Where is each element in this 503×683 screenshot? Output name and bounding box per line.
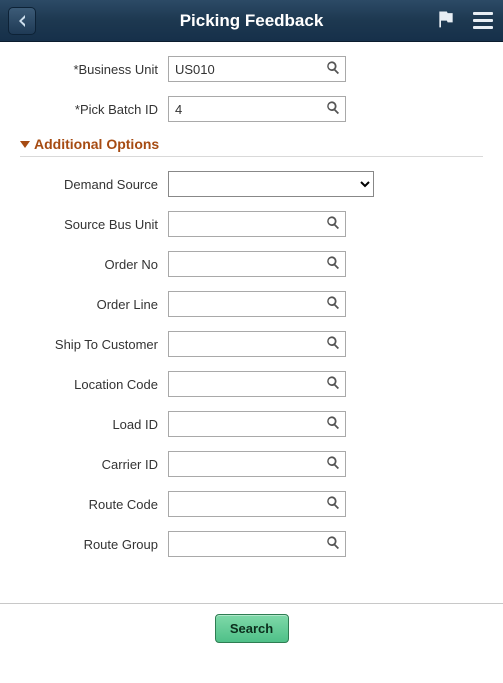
field-route-code bbox=[168, 491, 346, 517]
demand-source-select[interactable] bbox=[168, 171, 374, 197]
search-icon[interactable] bbox=[326, 496, 340, 513]
chevron-down-icon bbox=[20, 141, 30, 148]
row-order-line: Order Line bbox=[20, 291, 483, 317]
load-id-input[interactable] bbox=[168, 411, 346, 437]
row-source-bus-unit: Source Bus Unit bbox=[20, 211, 483, 237]
row-carrier-id: Carrier ID bbox=[20, 451, 483, 477]
field-ship-to-customer bbox=[168, 331, 346, 357]
primary-fields: *Business Unit *Pick Batch ID Additional… bbox=[0, 42, 503, 575]
field-location-code bbox=[168, 371, 346, 397]
search-icon[interactable] bbox=[326, 256, 340, 273]
label-order-line: Order Line bbox=[20, 297, 168, 312]
source-bus-unit-input[interactable] bbox=[168, 211, 346, 237]
search-button[interactable]: Search bbox=[215, 614, 289, 643]
row-load-id: Load ID bbox=[20, 411, 483, 437]
label-pick-batch-id: *Pick Batch ID bbox=[20, 102, 168, 117]
label-source-bus-unit: Source Bus Unit bbox=[20, 217, 168, 232]
row-location-code: Location Code bbox=[20, 371, 483, 397]
label-location-code: Location Code bbox=[20, 377, 168, 392]
row-demand-source: Demand Source bbox=[20, 171, 483, 197]
field-load-id bbox=[168, 411, 346, 437]
search-icon[interactable] bbox=[326, 336, 340, 353]
order-no-input[interactable] bbox=[168, 251, 346, 277]
label-ship-to-customer: Ship To Customer bbox=[20, 337, 168, 352]
label-carrier-id: Carrier ID bbox=[20, 457, 168, 472]
search-icon[interactable] bbox=[326, 416, 340, 433]
header-actions bbox=[435, 9, 495, 32]
business-unit-input[interactable] bbox=[168, 56, 346, 82]
chevron-left-icon bbox=[16, 14, 28, 28]
label-demand-source: Demand Source bbox=[20, 177, 168, 192]
label-load-id: Load ID bbox=[20, 417, 168, 432]
location-code-input[interactable] bbox=[168, 371, 346, 397]
pick-batch-id-input[interactable] bbox=[168, 96, 346, 122]
field-pick-batch-id bbox=[168, 96, 346, 122]
app-header: Picking Feedback bbox=[0, 0, 503, 42]
field-carrier-id bbox=[168, 451, 346, 477]
row-route-group: Route Group bbox=[20, 531, 483, 557]
back-button[interactable] bbox=[8, 7, 36, 35]
search-icon[interactable] bbox=[326, 456, 340, 473]
row-order-no: Order No bbox=[20, 251, 483, 277]
field-order-no bbox=[168, 251, 346, 277]
search-icon[interactable] bbox=[326, 61, 340, 78]
footer-bar: Search bbox=[0, 603, 503, 659]
section-title: Additional Options bbox=[34, 136, 159, 152]
search-icon[interactable] bbox=[326, 536, 340, 553]
ship-to-customer-input[interactable] bbox=[168, 331, 346, 357]
carrier-id-input[interactable] bbox=[168, 451, 346, 477]
flag-icon[interactable] bbox=[435, 9, 457, 32]
page-title: Picking Feedback bbox=[0, 11, 503, 31]
route-code-input[interactable] bbox=[168, 491, 346, 517]
field-demand-source bbox=[168, 171, 374, 197]
order-line-input[interactable] bbox=[168, 291, 346, 317]
menu-icon[interactable] bbox=[471, 10, 495, 31]
search-icon[interactable] bbox=[326, 376, 340, 393]
label-business-unit: *Business Unit bbox=[20, 62, 168, 77]
field-order-line bbox=[168, 291, 346, 317]
row-route-code: Route Code bbox=[20, 491, 483, 517]
field-route-group bbox=[168, 531, 346, 557]
route-group-input[interactable] bbox=[168, 531, 346, 557]
row-business-unit: *Business Unit bbox=[20, 56, 483, 82]
label-order-no: Order No bbox=[20, 257, 168, 272]
label-route-code: Route Code bbox=[20, 497, 168, 512]
search-icon[interactable] bbox=[326, 216, 340, 233]
search-icon[interactable] bbox=[326, 296, 340, 313]
row-ship-to-customer: Ship To Customer bbox=[20, 331, 483, 357]
field-business-unit bbox=[168, 56, 346, 82]
row-pick-batch-id: *Pick Batch ID bbox=[20, 96, 483, 122]
field-source-bus-unit bbox=[168, 211, 346, 237]
section-additional-options[interactable]: Additional Options bbox=[20, 136, 483, 157]
search-icon[interactable] bbox=[326, 101, 340, 118]
label-route-group: Route Group bbox=[20, 537, 168, 552]
